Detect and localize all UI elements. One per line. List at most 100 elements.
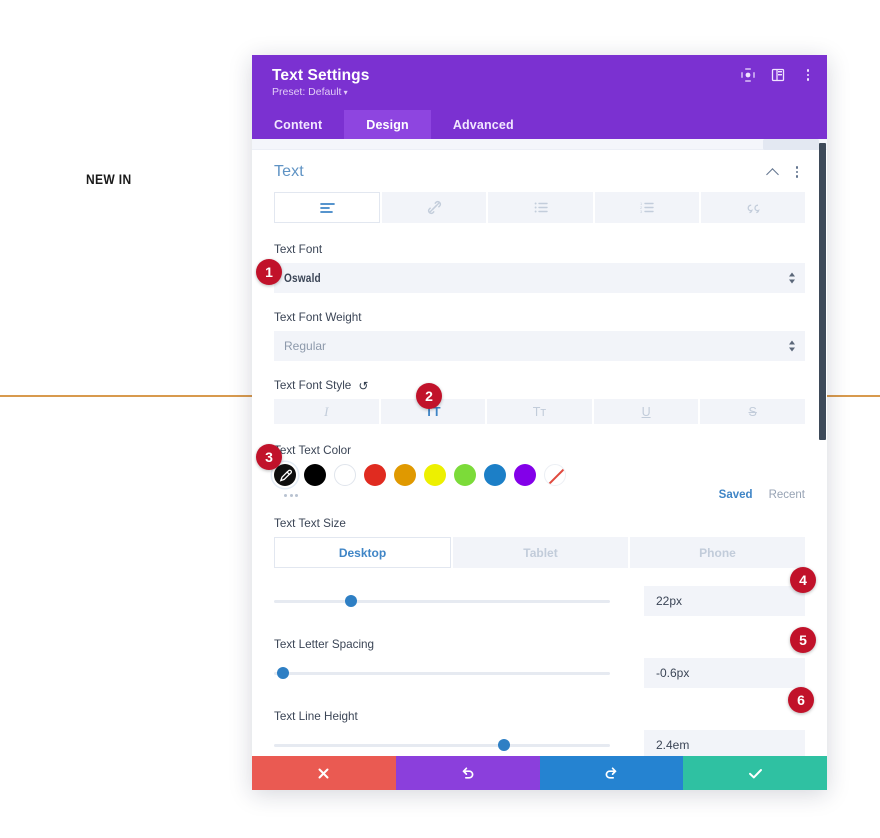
text-section: Text 1 2 3 Text Font Oswald Text Font We… xyxy=(252,150,827,756)
save-button[interactable] xyxy=(683,756,827,790)
text-font-label: Text Font xyxy=(274,243,805,256)
text-font-select[interactable]: Oswald xyxy=(274,263,805,293)
text-color-label: Text Text Color xyxy=(274,444,805,457)
partial-hidden-control xyxy=(763,139,819,150)
text-font-label-text: Text Font xyxy=(274,243,323,256)
underline-button[interactable]: U xyxy=(593,399,699,424)
text-settings-modal: Text Settings Preset: Default ▾ Content … xyxy=(252,55,827,790)
more-options-icon[interactable] xyxy=(800,67,816,83)
eyedropper-swatch[interactable] xyxy=(274,464,296,486)
strikethrough-glyph: S xyxy=(748,404,757,419)
text-font-weight-select[interactable]: Regular xyxy=(274,331,805,361)
line-height-slider-row: 2.4em xyxy=(274,730,805,756)
smallcaps-button[interactable]: Tт xyxy=(487,399,592,424)
transparent-swatch[interactable] xyxy=(544,464,566,486)
slider-track xyxy=(274,671,610,675)
text-font-weight-value: Regular xyxy=(284,339,327,353)
letter-spacing-value-field[interactable]: -0.6px xyxy=(644,658,805,688)
blockquote-icon[interactable] xyxy=(700,192,806,223)
slider-knob[interactable] xyxy=(277,667,290,679)
italic-button[interactable]: I xyxy=(274,399,379,424)
callout-badge-5: 5 xyxy=(790,627,816,653)
redo-button[interactable] xyxy=(539,756,684,790)
letter-spacing-slider-row: -0.6px xyxy=(274,658,805,688)
modal-footer xyxy=(252,756,827,790)
modal-title: Text Settings xyxy=(272,67,370,84)
device-tabs: Desktop Tablet Phone xyxy=(274,537,805,568)
text-size-value-field[interactable]: 22px xyxy=(644,586,805,616)
section-title: Text xyxy=(274,163,304,180)
select-spinner-icon xyxy=(789,340,795,352)
text-font-style-label: Text Font Style ↺ xyxy=(274,379,805,392)
italic-glyph: I xyxy=(324,403,329,419)
blue-swatch[interactable] xyxy=(484,464,506,486)
text-size-label: Text Text Size xyxy=(274,517,805,530)
text-size-slider-row: 22px xyxy=(274,586,805,616)
numbered-list-icon[interactable]: 1 2 3 xyxy=(594,192,699,223)
slider-track xyxy=(274,599,610,603)
select-spinner-icon xyxy=(789,272,795,284)
section-header: Text xyxy=(274,150,805,192)
slider-knob[interactable] xyxy=(497,739,510,751)
format-toolbar: 1 2 3 xyxy=(274,192,806,223)
preset-label: Preset: Default xyxy=(272,86,342,99)
text-font-value: Oswald xyxy=(284,271,321,285)
underline-glyph: U xyxy=(641,404,651,419)
chevron-down-icon: ▾ xyxy=(341,88,348,98)
black-swatch[interactable] xyxy=(304,464,326,486)
scroll-top-strip xyxy=(252,139,827,150)
strikethrough-button[interactable]: S xyxy=(700,399,805,424)
text-size-label-text: Text Text Size xyxy=(274,517,346,530)
callout-badge-3: 3 xyxy=(256,444,282,470)
svg-text:3: 3 xyxy=(640,209,643,213)
modal-scrollbar[interactable] xyxy=(819,143,826,440)
reset-icon[interactable]: ↺ xyxy=(358,380,368,392)
device-tab-desktop[interactable]: Desktop xyxy=(274,537,451,568)
recent-colors-tab[interactable]: Recent xyxy=(769,489,805,501)
more-colors-icon[interactable] xyxy=(284,493,298,497)
slider-track xyxy=(274,743,610,747)
line-height-value-field[interactable]: 2.4em xyxy=(644,730,805,756)
modal-body: Text 1 2 3 Text Font Oswald Text Font We… xyxy=(252,139,827,756)
device-tab-phone[interactable]: Phone xyxy=(630,537,805,568)
letter-spacing-label-text: Text Letter Spacing xyxy=(274,638,375,651)
modal-header: Text Settings Preset: Default ▾ xyxy=(252,55,827,110)
text-font-style-group: I TT Tт U S xyxy=(274,399,805,424)
red-swatch[interactable] xyxy=(364,464,386,486)
chevron-up-icon[interactable] xyxy=(767,167,778,178)
white-swatch[interactable] xyxy=(334,464,356,486)
device-tab-tablet[interactable]: Tablet xyxy=(453,537,628,568)
modal-header-icons xyxy=(740,67,816,83)
yellow-swatch[interactable] xyxy=(424,464,446,486)
bullet-list-icon[interactable] xyxy=(488,192,593,223)
purple-swatch[interactable] xyxy=(514,464,536,486)
callout-badge-6: 6 xyxy=(788,687,814,713)
preset-selector[interactable]: Preset: Default ▾ xyxy=(272,86,809,99)
text-font-weight-label: Text Font Weight xyxy=(274,311,805,324)
callout-badge-4: 4 xyxy=(790,567,816,593)
new-in-heading: NEW IN xyxy=(86,171,132,187)
section-more-options-icon[interactable] xyxy=(789,164,805,180)
line-height-slider[interactable] xyxy=(274,737,610,753)
line-height-label-text: Text Line Height xyxy=(274,710,358,723)
tab-design[interactable]: Design xyxy=(344,110,431,139)
tab-advanced[interactable]: Advanced xyxy=(431,110,536,139)
cancel-button[interactable] xyxy=(252,756,396,790)
text-color-label-text: Text Text Color xyxy=(274,444,352,457)
orange-swatch[interactable] xyxy=(394,464,416,486)
layout-panel-icon[interactable] xyxy=(770,67,786,83)
smallcaps-glyph: Tт xyxy=(532,404,547,419)
letter-spacing-label: Text Letter Spacing xyxy=(274,638,805,651)
text-size-slider[interactable] xyxy=(274,593,610,609)
letter-spacing-slider[interactable] xyxy=(274,665,610,681)
undo-button[interactable] xyxy=(395,756,540,790)
green-swatch[interactable] xyxy=(454,464,476,486)
modal-tabs: Content Design Advanced xyxy=(252,110,827,139)
unlink-icon[interactable] xyxy=(382,192,487,223)
saved-colors-tab[interactable]: Saved xyxy=(719,489,753,501)
focus-target-icon[interactable] xyxy=(740,67,756,83)
text-font-style-label-text: Text Font Style xyxy=(274,379,352,392)
paragraph-align-icon[interactable] xyxy=(274,192,381,223)
slider-knob[interactable] xyxy=(345,595,358,607)
tab-content[interactable]: Content xyxy=(252,110,344,139)
